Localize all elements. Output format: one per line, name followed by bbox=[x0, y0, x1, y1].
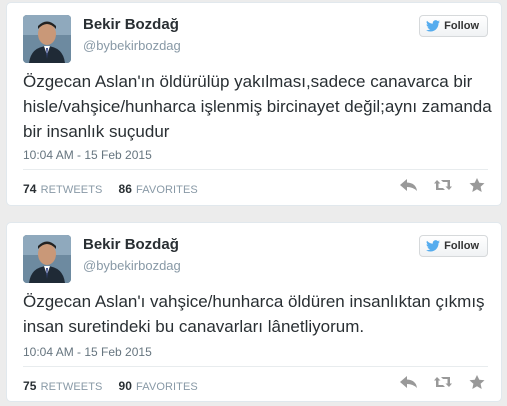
follow-label: Follow bbox=[444, 240, 479, 252]
follow-label: Follow bbox=[444, 20, 479, 32]
twitter-bird-icon bbox=[426, 20, 441, 32]
display-name[interactable]: Bekir Bozdağ bbox=[83, 16, 179, 33]
avatar[interactable] bbox=[23, 15, 71, 63]
twitter-bird-icon bbox=[426, 240, 441, 252]
tweet-timestamp[interactable]: 10:04 AM - 15 Feb 2015 bbox=[23, 148, 152, 162]
username[interactable]: @bybekirbozdag bbox=[83, 38, 181, 53]
tweet-card: Bekir Bozdağ @bybekirbozdag Follow Özgec… bbox=[6, 222, 502, 402]
retweet-icon[interactable] bbox=[433, 177, 453, 193]
favorite-icon[interactable] bbox=[467, 374, 487, 390]
reply-icon[interactable] bbox=[399, 177, 419, 193]
tweet-stats: 75 RETWEETS 90 FAVORITES bbox=[23, 379, 198, 393]
username[interactable]: @bybekirbozdag bbox=[83, 258, 181, 273]
tweet-actions bbox=[399, 177, 487, 193]
tweet-text: Özgecan Aslan'ı vahşice/hunharca öldüren… bbox=[23, 292, 485, 336]
favorite-label[interactable]: FAVORITES bbox=[136, 184, 198, 196]
divider bbox=[23, 169, 488, 170]
favorite-count[interactable]: 86 bbox=[118, 182, 132, 196]
favorite-icon[interactable] bbox=[467, 177, 487, 193]
divider bbox=[23, 366, 488, 367]
retweet-icon[interactable] bbox=[433, 374, 453, 390]
tweet-text: Özgecan Aslan'ın öldürülüp yakılması,sad… bbox=[23, 72, 492, 141]
favorite-count[interactable]: 90 bbox=[118, 379, 132, 393]
favorite-label[interactable]: FAVORITES bbox=[136, 381, 198, 393]
avatar[interactable] bbox=[23, 235, 71, 283]
retweet-count[interactable]: 74 bbox=[23, 182, 37, 196]
follow-button[interactable]: Follow bbox=[419, 235, 488, 257]
tweet-stats: 74 RETWEETS 86 FAVORITES bbox=[23, 182, 198, 196]
tweet-card: Bekir Bozdağ @bybekirbozdag Follow Özgec… bbox=[6, 2, 502, 206]
retweet-label[interactable]: RETWEETS bbox=[41, 184, 103, 196]
tweet-timestamp[interactable]: 10:04 AM - 15 Feb 2015 bbox=[23, 345, 152, 359]
reply-icon[interactable] bbox=[399, 374, 419, 390]
display-name[interactable]: Bekir Bozdağ bbox=[83, 236, 179, 253]
retweet-label[interactable]: RETWEETS bbox=[41, 381, 103, 393]
tweet-actions bbox=[399, 374, 487, 390]
follow-button[interactable]: Follow bbox=[419, 15, 488, 37]
retweet-count[interactable]: 75 bbox=[23, 379, 37, 393]
